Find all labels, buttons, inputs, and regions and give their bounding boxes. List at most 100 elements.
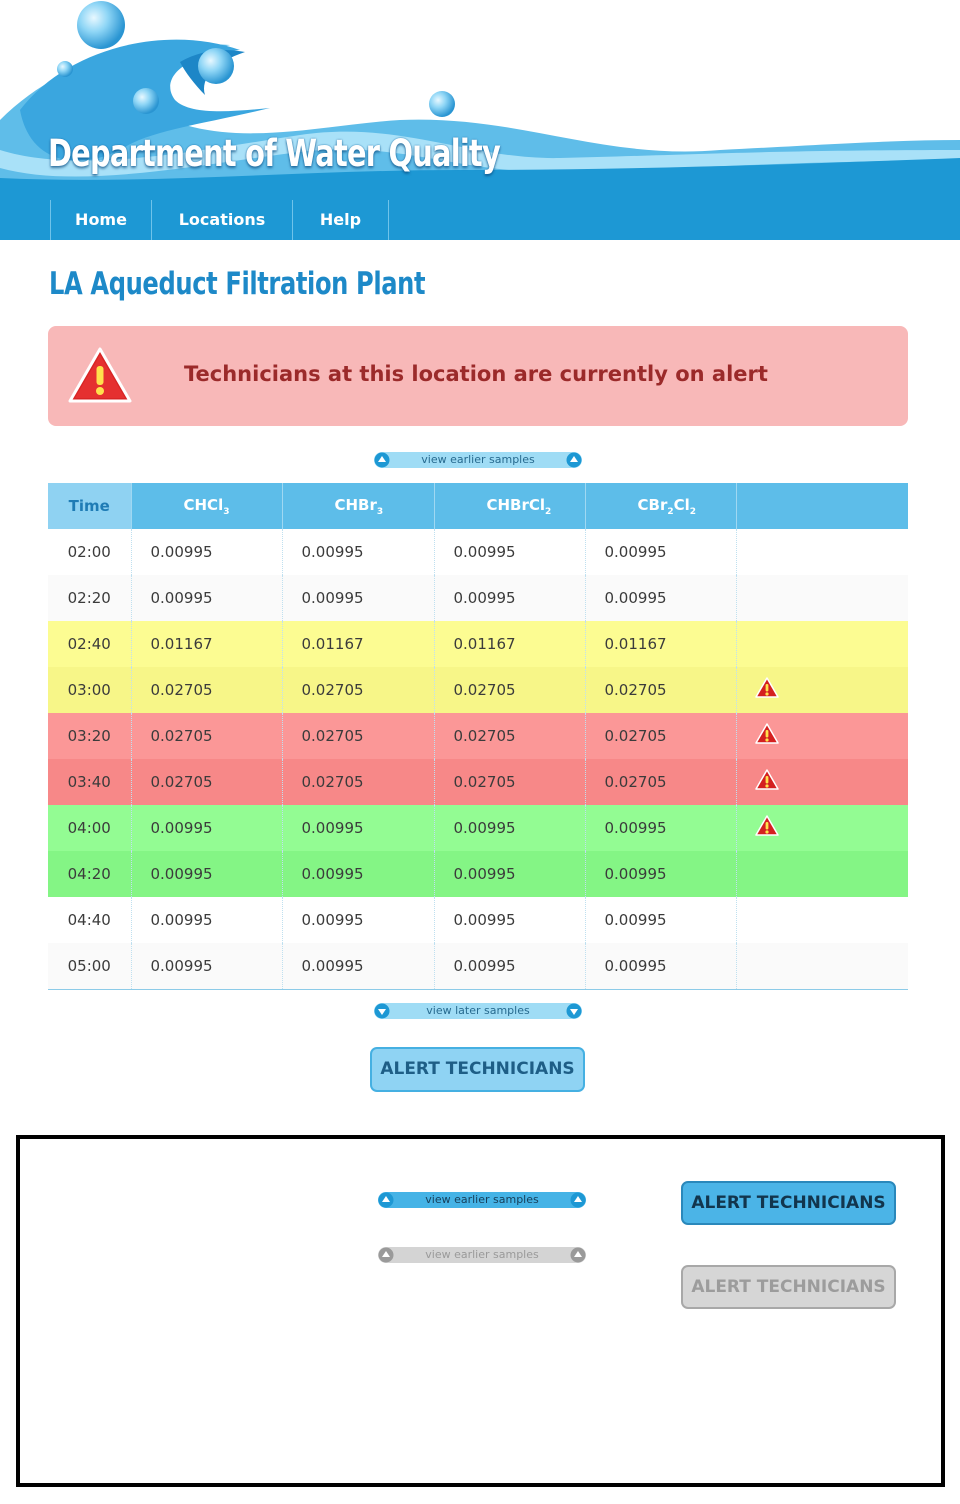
sample-value: 0.02705 — [433, 713, 585, 759]
table-row: 03:00 0.02705 0.02705 0.02705 0.02705 — [48, 667, 908, 713]
arrow-up-icon — [378, 1247, 394, 1263]
nav-home[interactable]: Home — [50, 200, 151, 240]
sample-value: 0.00995 — [281, 575, 434, 621]
page-title: LA Aqueduct Filtration Plant — [49, 266, 426, 302]
warning-triangle-icon — [754, 769, 779, 795]
sample-value: 0.00995 — [584, 943, 736, 990]
sample-value: 0.00995 — [584, 851, 736, 897]
column-header-chbrcl2: CHBrCl2 — [433, 483, 585, 529]
row-flag — [735, 851, 908, 897]
view-earlier-samples-disabled-button: view earlier samples — [378, 1247, 586, 1263]
sample-time: 02:20 — [48, 575, 131, 621]
sample-value: 0.00995 — [130, 851, 282, 897]
column-header-flag — [735, 483, 908, 529]
table-row: 04:40 0.00995 0.00995 0.00995 0.00995 — [48, 897, 908, 943]
view-earlier-samples-button[interactable]: view earlier samples — [374, 452, 582, 468]
column-header-chcl3: CHCl3 — [130, 483, 282, 529]
sample-time: 04:40 — [48, 897, 131, 943]
disabled-pill-label: view earlier samples — [425, 1248, 539, 1261]
warning-triangle-icon — [68, 346, 132, 408]
sample-value: 0.00995 — [584, 529, 736, 575]
view-earlier-samples-pressed-button[interactable]: view earlier samples — [378, 1192, 586, 1208]
sample-time: 02:00 — [48, 529, 131, 575]
sample-value: 0.00995 — [130, 943, 282, 990]
view-later-samples-button[interactable]: view later samples — [374, 1003, 582, 1019]
sample-value: 0.02705 — [130, 667, 282, 713]
sample-value: 0.00995 — [584, 805, 736, 851]
table-row: 02:40 0.01167 0.01167 0.01167 0.01167 — [48, 621, 908, 667]
row-flag — [735, 667, 908, 713]
sample-value: 0.00995 — [433, 851, 585, 897]
alert-technicians-pressed-button[interactable]: ALERT TECHNICIANS — [681, 1181, 896, 1225]
sample-value: 0.00995 — [130, 529, 282, 575]
alert-technicians-disabled-button: ALERT TECHNICIANS — [681, 1265, 896, 1309]
sample-value: 0.02705 — [433, 667, 585, 713]
arrow-up-icon — [378, 1192, 394, 1208]
site-header: Department of Water Quality — [0, 0, 960, 200]
samples-table: Time CHCl3 CHBr3 CHBrCl2 CBr2Cl2 02:00 0.… — [48, 483, 908, 990]
sample-value: 0.00995 — [433, 575, 585, 621]
sample-value: 0.00995 — [433, 943, 585, 990]
nav-locations[interactable]: Locations — [151, 200, 292, 240]
sample-time: 03:00 — [48, 667, 131, 713]
sample-value: 0.02705 — [433, 759, 585, 805]
sample-value: 0.00995 — [281, 805, 434, 851]
table-row: 02:20 0.00995 0.00995 0.00995 0.00995 — [48, 575, 908, 621]
table-row: 03:40 0.02705 0.02705 0.02705 0.02705 — [48, 759, 908, 805]
row-flag — [735, 805, 908, 851]
sample-time: 05:00 — [48, 943, 131, 990]
sample-time: 04:00 — [48, 805, 131, 851]
sample-value: 0.00995 — [130, 575, 282, 621]
view-later-samples-label: view later samples — [426, 1004, 530, 1017]
row-flag — [735, 529, 908, 575]
sample-value: 0.02705 — [281, 759, 434, 805]
sample-value: 0.02705 — [584, 713, 736, 759]
nav-help[interactable]: Help — [292, 200, 389, 240]
main-nav: Home Locations Help — [0, 200, 960, 240]
table-row: 03:20 0.02705 0.02705 0.02705 0.02705 — [48, 713, 908, 759]
site-title: Department of Water Quality — [48, 132, 501, 175]
column-header-chbr3: CHBr3 — [281, 483, 434, 529]
sample-time: 02:40 — [48, 621, 131, 667]
sample-value: 0.00995 — [281, 529, 434, 575]
sample-value: 0.00995 — [584, 575, 736, 621]
row-flag — [735, 575, 908, 621]
sample-value: 0.00995 — [281, 851, 434, 897]
arrow-up-icon — [374, 452, 390, 468]
sample-time: 03:40 — [48, 759, 131, 805]
sample-value: 0.00995 — [281, 943, 434, 990]
row-flag — [735, 759, 908, 805]
sample-value: 0.02705 — [584, 759, 736, 805]
table-row: 02:00 0.00995 0.00995 0.00995 0.00995 — [48, 529, 908, 575]
sample-value: 0.00995 — [130, 897, 282, 943]
row-flag — [735, 621, 908, 667]
alert-banner: Technicians at this location are current… — [48, 326, 908, 426]
row-flag — [735, 897, 908, 943]
sample-value: 0.01167 — [584, 621, 736, 667]
sample-value: 0.00995 — [281, 897, 434, 943]
warning-triangle-icon — [754, 815, 779, 841]
arrow-up-icon — [570, 1192, 586, 1208]
table-row: 04:20 0.00995 0.00995 0.00995 0.00995 — [48, 851, 908, 897]
table-row: 04:00 0.00995 0.00995 0.00995 0.00995 — [48, 805, 908, 851]
sample-value: 0.01167 — [433, 621, 585, 667]
row-flag — [735, 713, 908, 759]
sample-time: 03:20 — [48, 713, 131, 759]
arrow-up-icon — [570, 1247, 586, 1263]
table-row: 05:00 0.00995 0.00995 0.00995 0.00995 — [48, 943, 908, 990]
sample-value: 0.00995 — [584, 897, 736, 943]
row-flag — [735, 943, 908, 990]
column-header-cbr2cl2: CBr2Cl2 — [584, 483, 736, 529]
sample-value: 0.00995 — [433, 805, 585, 851]
sample-value: 0.00995 — [130, 805, 282, 851]
alert-technicians-button[interactable]: ALERT TECHNICIANS — [370, 1047, 585, 1092]
sample-value: 0.01167 — [130, 621, 282, 667]
arrow-down-icon — [374, 1003, 390, 1019]
arrow-down-icon — [566, 1003, 582, 1019]
pressed-pill-label: view earlier samples — [425, 1193, 539, 1206]
sample-time: 04:20 — [48, 851, 131, 897]
sample-value: 0.00995 — [433, 897, 585, 943]
arrow-up-icon — [566, 452, 582, 468]
sample-value: 0.02705 — [130, 759, 282, 805]
sample-value: 0.02705 — [281, 713, 434, 759]
